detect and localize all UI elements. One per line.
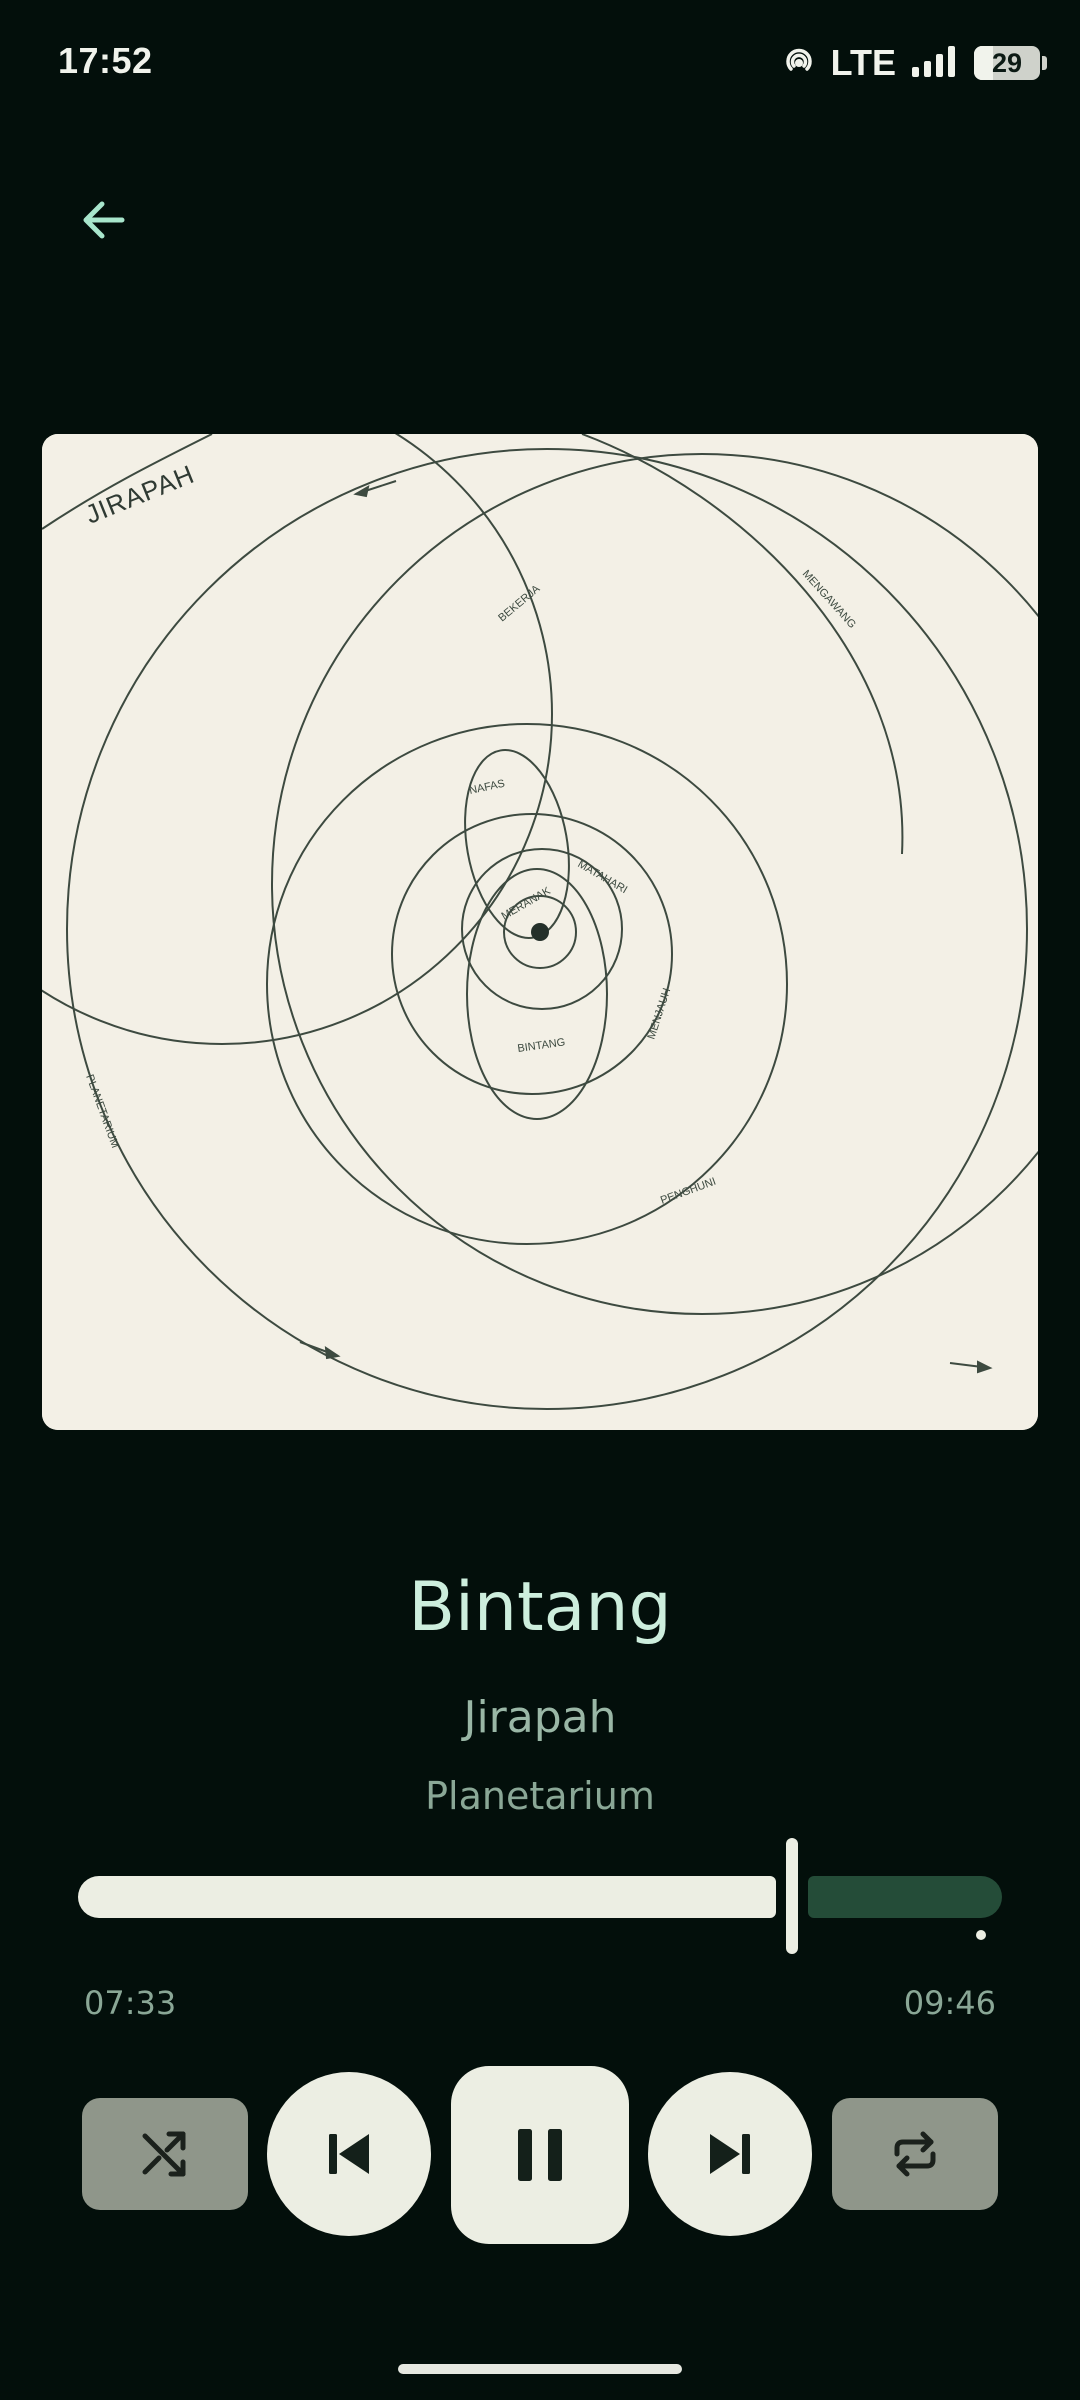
battery-icon: 29 bbox=[974, 46, 1047, 80]
pause-button[interactable] bbox=[451, 2066, 629, 2244]
repeat-icon bbox=[894, 2131, 936, 2177]
seek-bar-thumb[interactable] bbox=[786, 1838, 798, 1954]
time-elapsed: 07:33 bbox=[84, 1984, 177, 2022]
song-title: Bintang bbox=[408, 1568, 672, 1647]
skip-previous-icon bbox=[329, 2134, 369, 2174]
seek-bar-played bbox=[78, 1876, 776, 1918]
previous-button[interactable] bbox=[267, 2072, 431, 2236]
seek-end-dot bbox=[976, 1930, 986, 1940]
battery-percent: 29 bbox=[991, 47, 1023, 78]
signal-icon bbox=[910, 43, 960, 83]
pause-icon bbox=[518, 2129, 562, 2181]
time-total: 09:46 bbox=[903, 1984, 996, 2022]
network-type: LTE bbox=[830, 42, 896, 83]
next-button[interactable] bbox=[648, 2072, 812, 2236]
song-artist[interactable]: Jirapah bbox=[0, 1692, 1080, 1743]
hotspot-icon bbox=[781, 43, 817, 83]
skip-next-icon bbox=[710, 2134, 750, 2174]
repeat-button[interactable] bbox=[832, 2098, 998, 2210]
status-time: 17:52 bbox=[58, 40, 153, 81]
arrow-left-icon bbox=[83, 201, 125, 239]
seek-bar[interactable] bbox=[78, 1838, 1002, 1958]
back-button[interactable] bbox=[62, 178, 146, 262]
song-album[interactable]: Planetarium bbox=[0, 1774, 1080, 1818]
seek-bar-remaining bbox=[808, 1876, 1002, 1940]
status-icons: LTE 29 bbox=[781, 42, 1047, 84]
shuffle-icon bbox=[142, 2131, 186, 2177]
now-playing-screen: 17:52 LTE 29 JIRAPAH BEKERJA MENGAWANG N… bbox=[0, 0, 1080, 2400]
shuffle-button[interactable] bbox=[82, 2098, 248, 2210]
album-artwork: JIRAPAH BEKERJA MENGAWANG NAFAS MATAHARI… bbox=[42, 434, 1038, 1430]
home-indicator[interactable] bbox=[398, 2364, 682, 2374]
battery-level bbox=[974, 46, 993, 80]
